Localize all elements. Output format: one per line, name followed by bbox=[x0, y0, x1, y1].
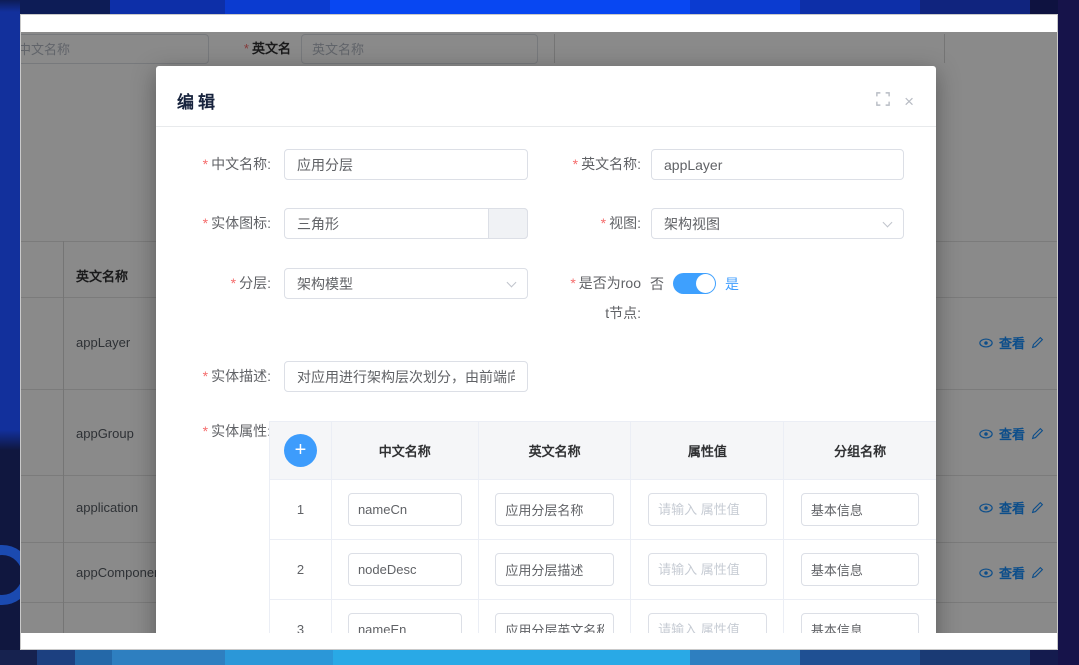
page-viewport: *英文名 英文名称 appLayer appGroup application … bbox=[21, 32, 1057, 633]
divider bbox=[156, 126, 936, 127]
fullscreen-icon[interactable] bbox=[876, 92, 890, 110]
layer-select[interactable] bbox=[284, 268, 528, 299]
toggle-knob bbox=[696, 274, 715, 293]
attr-header-value: 属性值 bbox=[631, 422, 784, 479]
attr-cn-input[interactable] bbox=[348, 553, 462, 586]
wallpaper-band bbox=[800, 650, 920, 665]
wallpaper-band bbox=[690, 650, 800, 665]
view-label: *视图: bbox=[526, 208, 641, 239]
en-name-label: *英文名称: bbox=[526, 149, 641, 180]
attr-header-en: 英文名称 bbox=[479, 422, 632, 479]
wallpaper-band bbox=[0, 650, 37, 665]
attr-en-input[interactable] bbox=[495, 493, 613, 526]
attr-group-input[interactable] bbox=[801, 553, 919, 586]
attr-value-input[interactable] bbox=[648, 553, 766, 586]
wallpaper-band bbox=[225, 0, 330, 14]
wallpaper-band bbox=[800, 0, 920, 14]
wallpaper-band bbox=[75, 650, 112, 665]
wallpaper-band bbox=[225, 650, 333, 665]
entity-attrs-table: + 中文名称 英文名称 属性值 分组名称 1 2 bbox=[269, 421, 936, 633]
root-node-label-line2: t节点: bbox=[526, 298, 641, 329]
entity-icon-label: *实体图标: bbox=[156, 208, 271, 239]
wallpaper-band bbox=[920, 0, 1030, 14]
wallpaper-band bbox=[37, 650, 75, 665]
attrs-table-header: + 中文名称 英文名称 属性值 分组名称 bbox=[270, 422, 936, 480]
desktop-background: *英文名 英文名称 appLayer appGroup application … bbox=[0, 0, 1079, 665]
attr-row: 2 bbox=[270, 540, 936, 600]
wallpaper-band bbox=[112, 650, 225, 665]
row-index: 3 bbox=[297, 622, 304, 633]
view-select[interactable] bbox=[651, 208, 904, 239]
attr-value-input[interactable] bbox=[648, 613, 766, 633]
modal-title: 编辑 bbox=[177, 88, 219, 113]
entity-desc-input[interactable] bbox=[284, 361, 528, 392]
wallpaper-strip-right bbox=[1058, 0, 1079, 665]
wallpaper-band bbox=[333, 650, 690, 665]
wallpaper-band bbox=[110, 0, 225, 14]
wallpaper-strip-left bbox=[0, 0, 20, 650]
entity-desc-label: *实体描述: bbox=[156, 361, 271, 392]
attr-value-input[interactable] bbox=[648, 493, 766, 526]
root-node-toggle[interactable] bbox=[673, 273, 716, 294]
layer-label: *分层: bbox=[156, 268, 271, 299]
en-name-input[interactable] bbox=[651, 149, 904, 180]
attr-header-group: 分组名称 bbox=[784, 422, 936, 479]
attr-group-input[interactable] bbox=[801, 613, 919, 633]
entity-attrs-label: *实体属性: bbox=[156, 421, 271, 441]
root-node-label-line1: *是否为roo bbox=[526, 268, 641, 299]
attr-group-input[interactable] bbox=[801, 493, 919, 526]
edit-modal: 编辑 × *中文名称: *英文名称: bbox=[156, 66, 936, 633]
wallpaper-arc bbox=[0, 545, 20, 605]
toggle-on-label: 是 bbox=[725, 274, 739, 294]
wallpaper-band bbox=[330, 0, 690, 14]
attr-cn-input[interactable] bbox=[348, 613, 462, 633]
attr-en-input[interactable] bbox=[495, 613, 613, 633]
attr-row: 1 bbox=[270, 480, 936, 540]
toggle-off-label: 否 bbox=[650, 274, 664, 294]
attr-cn-input[interactable] bbox=[348, 493, 462, 526]
add-attribute-button[interactable]: + bbox=[284, 434, 317, 467]
attr-header-cn: 中文名称 bbox=[332, 422, 479, 479]
wallpaper-band bbox=[920, 650, 1030, 665]
icon-picker-button[interactable] bbox=[488, 208, 528, 239]
row-index: 1 bbox=[297, 502, 304, 517]
cn-name-label: *中文名称: bbox=[156, 149, 271, 180]
attr-row: 3 bbox=[270, 600, 936, 633]
wallpaper-band bbox=[690, 0, 800, 14]
close-icon[interactable]: × bbox=[904, 93, 914, 110]
row-index: 2 bbox=[297, 562, 304, 577]
browser-window: *英文名 英文名称 appLayer appGroup application … bbox=[20, 14, 1058, 650]
attr-en-input[interactable] bbox=[495, 553, 613, 586]
cn-name-input[interactable] bbox=[284, 149, 528, 180]
